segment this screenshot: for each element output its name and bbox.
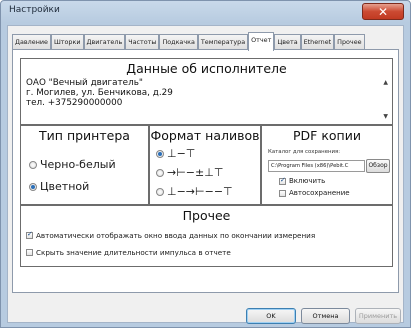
apply-button[interactable]: Применить: [355, 308, 401, 324]
format-option-2[interactable]: →⊢−±⊥⊤: [156, 166, 223, 179]
catalog-label: Каталог для сохранения:: [268, 149, 341, 155]
checkbox-checked-icon[interactable]: [26, 230, 33, 239]
fill-format-title: Формат наливов: [150, 128, 260, 143]
pdf-autosave-label: Автосохранение: [289, 189, 350, 197]
executor-textarea[interactable]: ОАО "Вечный двигатель" г. Могилев, ул. Б…: [26, 78, 396, 108]
printer-type-title: Тип принтера: [39, 128, 130, 143]
title-bar: Настройки ✕: [1, 1, 410, 23]
close-button[interactable]: ✕: [362, 3, 404, 20]
pdf-copies-group: PDF копии Каталог для сохранения: C:\Pro…: [261, 125, 393, 205]
tab-report[interactable]: Отчет: [248, 32, 275, 51]
window-title: Настройки: [9, 5, 60, 15]
report-tab-panel: Данные об исполнителе ОАО "Вечный двигат…: [12, 49, 399, 293]
pdf-autosave-option[interactable]: Автосохранение: [279, 189, 350, 197]
dialog-body: Давление Шторки Двигатель Частоты Подкач…: [7, 25, 404, 324]
executor-title: Данные об исполнителе: [126, 61, 287, 76]
pdf-enable-option[interactable]: Включить: [279, 176, 326, 185]
fill-format-group: Формат наливов ⊥−⊤ →⊢−±⊥⊤ ⊥−→⊢−−⊤: [149, 125, 261, 205]
radio-checked-icon[interactable]: [29, 182, 37, 191]
tab-pressure[interactable]: Давление: [12, 34, 51, 50]
save-path-input[interactable]: C:\Program Files (x86)\Pebit.C: [268, 160, 365, 172]
format-symbol-1: ⊥−⊤: [167, 147, 196, 160]
hide-pulse-option[interactable]: Скрыть значение длительности импульса в …: [26, 248, 231, 257]
other-group: Прочее Автоматически отображать окно вво…: [20, 205, 393, 267]
close-icon: ✕: [377, 4, 389, 19]
pdf-enable-label: Включить: [289, 177, 326, 185]
hide-pulse-label: Скрыть значение длительности импульса в …: [36, 248, 231, 257]
format-option-1[interactable]: ⊥−⊤: [156, 147, 195, 160]
tab-pumping[interactable]: Подкачка: [159, 34, 198, 50]
executor-group: Данные об исполнителе ОАО "Вечный двигат…: [20, 58, 393, 125]
pdf-copies-title: PDF копии: [293, 128, 361, 143]
settings-window: Настройки ✕ Давление Шторки Двигатель Ча…: [0, 0, 411, 328]
tab-colors[interactable]: Цвета: [274, 34, 301, 50]
auto-show-option[interactable]: Автоматически отображать окно ввода данн…: [26, 230, 316, 240]
radio-icon[interactable]: [156, 168, 164, 177]
checkbox-icon[interactable]: [279, 189, 286, 197]
tab-engine[interactable]: Двигатель: [83, 34, 126, 50]
printer-bw-option[interactable]: Черно-белый: [29, 158, 116, 171]
tab-temperature[interactable]: Температура: [197, 34, 249, 50]
radio-icon[interactable]: [29, 160, 37, 169]
auto-show-label: Автоматически отображать окно ввода данн…: [36, 231, 316, 240]
tab-other[interactable]: Прочее: [334, 34, 365, 50]
radio-icon[interactable]: [156, 187, 164, 196]
tab-ethernet[interactable]: Ethernet: [300, 34, 335, 50]
other-title: Прочее: [182, 208, 231, 223]
checkbox-checked-icon[interactable]: [279, 176, 286, 185]
browse-button[interactable]: Обзор: [366, 159, 390, 173]
radio-checked-icon[interactable]: [156, 149, 164, 158]
printer-bw-label: Черно-белый: [40, 158, 116, 171]
tab-frequencies[interactable]: Частоты: [125, 34, 160, 50]
format-symbol-3: ⊥−→⊢−−⊤: [167, 185, 233, 198]
format-option-3[interactable]: ⊥−→⊢−−⊤: [156, 185, 233, 198]
printer-type-group: Тип принтера Черно-белый Цветной: [20, 125, 149, 205]
printer-color-label: Цветной: [40, 180, 90, 193]
printer-color-option[interactable]: Цветной: [29, 180, 89, 193]
checkbox-icon[interactable]: [26, 249, 33, 256]
scroll-down-icon[interactable]: ▼: [383, 113, 388, 120]
format-symbol-2: →⊢−±⊥⊤: [167, 166, 224, 179]
scroll-up-icon[interactable]: ▲: [383, 79, 388, 86]
tab-strip: Давление Шторки Двигатель Частоты Подкач…: [12, 32, 365, 51]
tab-shutters[interactable]: Шторки: [50, 34, 84, 50]
ok-button[interactable]: OK: [246, 308, 296, 324]
cancel-button[interactable]: Отмена: [301, 308, 350, 324]
